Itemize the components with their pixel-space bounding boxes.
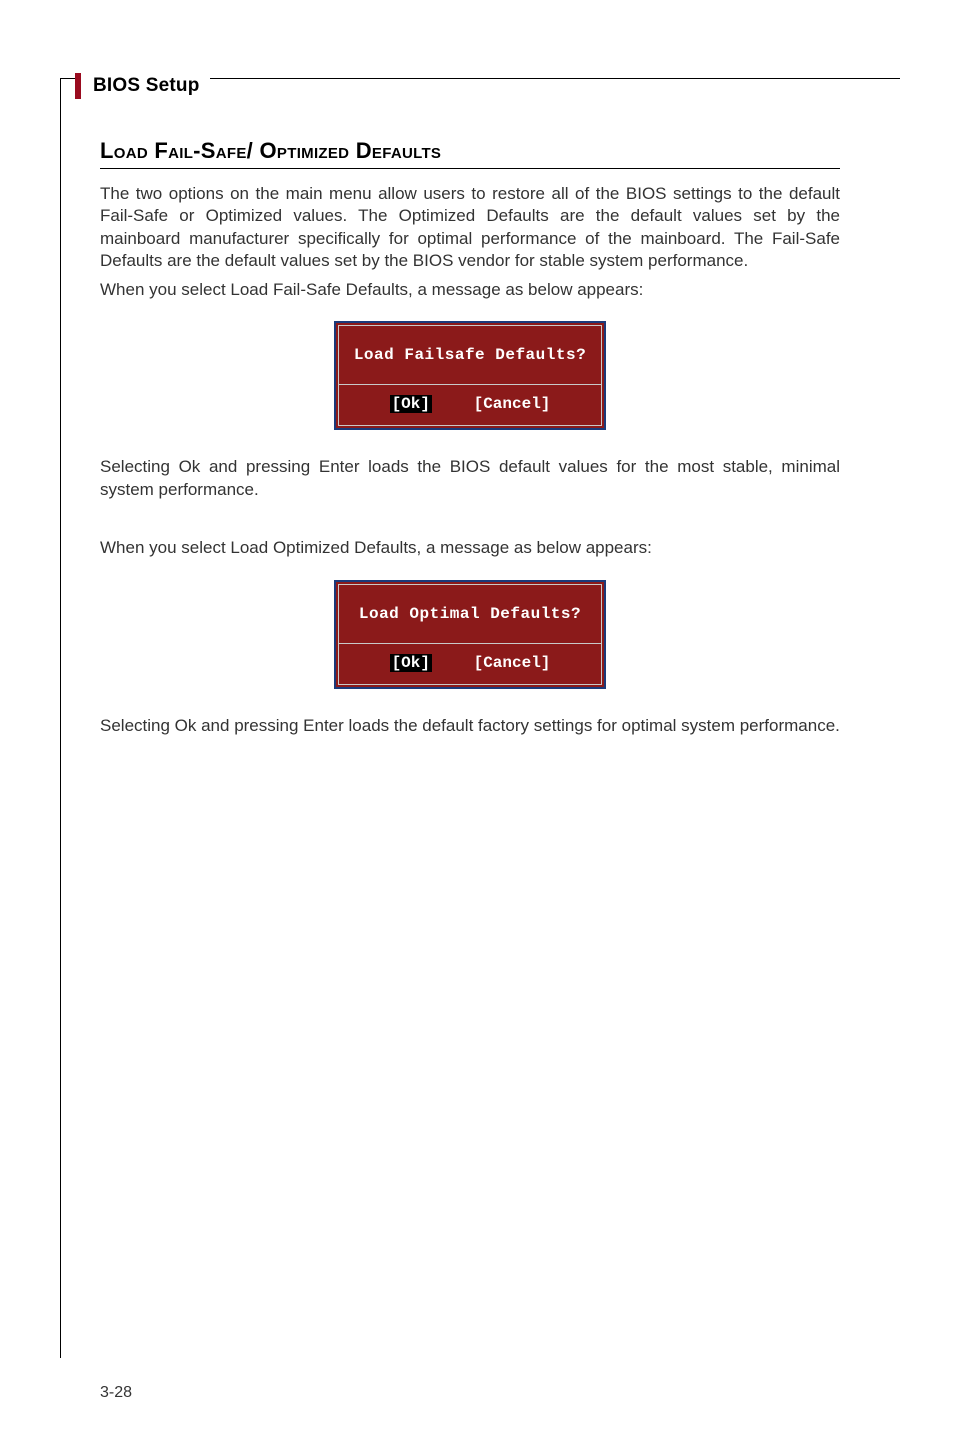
section-header: BIOS Setup [75,66,210,106]
failsafe-lead: When you select Load Fail-Safe Defaults,… [100,279,840,301]
failsafe-dialog-question: Load Failsafe Defaults? [339,326,601,385]
dialog-inner-frame: Load Optimal Defaults? [Ok] [Cancel] [338,584,602,685]
failsafe-dialog-buttons: [Ok] [Cancel] [339,385,601,425]
optimal-dialog-buttons: [Ok] [Cancel] [339,644,601,684]
failsafe-dialog: Load Failsafe Defaults? [Ok] [Cancel] [334,321,606,430]
optimized-result-paragraph: Selecting Ok and pressing Enter loads th… [100,715,840,737]
optimized-lead: When you select Load Optimized Defaults,… [100,537,840,559]
optimal-dialog-question: Load Optimal Defaults? [339,585,601,644]
intro-paragraph: The two options on the main menu allow u… [100,183,840,273]
page-number: 3-28 [100,1384,132,1402]
header-title: BIOS Setup [93,75,200,97]
dialog-inner-frame: Load Failsafe Defaults? [Ok] [Cancel] [338,325,602,426]
optimal-cancel-button[interactable]: [Cancel] [474,654,551,672]
content-area: Load Fail-Safe/ Optimized Defaults The t… [100,138,840,743]
optimal-dialog: Load Optimal Defaults? [Ok] [Cancel] [334,580,606,689]
failsafe-cancel-button[interactable]: [Cancel] [474,395,551,413]
optimal-ok-button[interactable]: [Ok] [390,654,432,672]
section-title: Load Fail-Safe/ Optimized Defaults [100,138,840,169]
spacer [100,507,840,537]
header-accent-bar [75,73,81,99]
failsafe-result-paragraph: Selecting Ok and pressing Enter loads th… [100,456,840,501]
failsafe-ok-button[interactable]: [Ok] [390,395,432,413]
